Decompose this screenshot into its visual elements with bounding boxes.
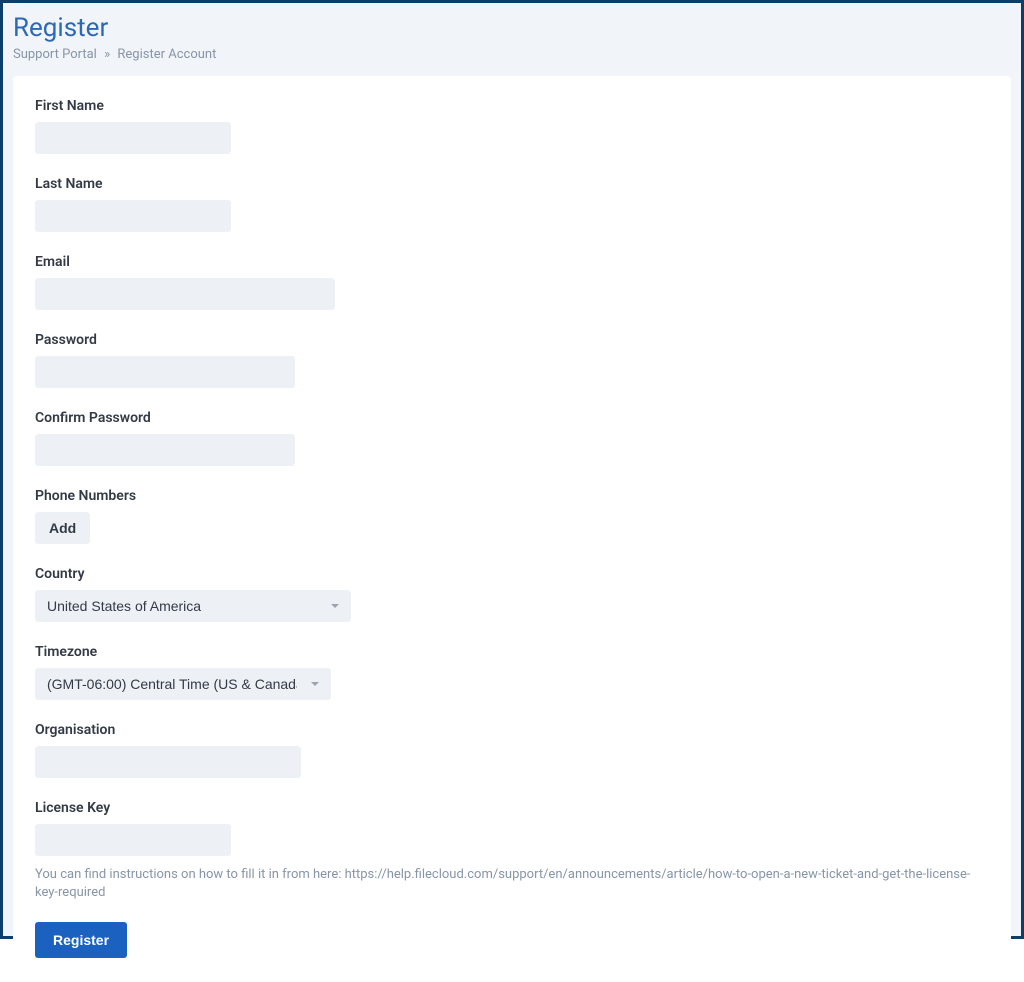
add-phone-button[interactable]: Add xyxy=(35,512,90,544)
confirm-password-group: Confirm Password xyxy=(35,410,989,466)
last-name-group: Last Name xyxy=(35,176,989,232)
register-button[interactable]: Register xyxy=(35,922,127,958)
last-name-label: Last Name xyxy=(35,176,989,192)
email-input[interactable] xyxy=(35,278,335,310)
page-frame: Register Support Portal » Register Accou… xyxy=(0,0,1024,939)
license-key-input[interactable] xyxy=(35,824,231,856)
license-key-label: License Key xyxy=(35,800,989,816)
page-title: Register xyxy=(13,13,1011,43)
country-select[interactable]: United States of America xyxy=(35,590,351,622)
register-form-card: First Name Last Name Email Password Conf… xyxy=(13,76,1011,982)
organisation-input[interactable] xyxy=(35,746,301,778)
breadcrumb-separator: » xyxy=(104,47,110,62)
confirm-password-label: Confirm Password xyxy=(35,410,989,426)
confirm-password-input[interactable] xyxy=(35,434,295,466)
country-label: Country xyxy=(35,566,989,582)
breadcrumb: Support Portal » Register Account xyxy=(13,47,1011,62)
license-key-group: License Key You can find instructions on… xyxy=(35,800,989,902)
first-name-group: First Name xyxy=(35,98,989,154)
breadcrumb-root-link[interactable]: Support Portal xyxy=(13,47,97,62)
password-group: Password xyxy=(35,332,989,388)
password-label: Password xyxy=(35,332,989,348)
first-name-label: First Name xyxy=(35,98,989,114)
timezone-group: Timezone (GMT-06:00) Central Time (US & … xyxy=(35,644,989,700)
timezone-select[interactable]: (GMT-06:00) Central Time (US & Canada) xyxy=(35,668,331,700)
email-label: Email xyxy=(35,254,989,270)
organisation-group: Organisation xyxy=(35,722,989,778)
phone-numbers-group: Phone Numbers Add xyxy=(35,488,989,544)
email-group: Email xyxy=(35,254,989,310)
license-key-helper: You can find instructions on how to fill… xyxy=(35,866,989,902)
organisation-label: Organisation xyxy=(35,722,989,738)
page-header: Register Support Portal » Register Accou… xyxy=(3,3,1021,76)
phone-numbers-label: Phone Numbers xyxy=(35,488,989,504)
password-input[interactable] xyxy=(35,356,295,388)
country-group: Country United States of America xyxy=(35,566,989,622)
first-name-input[interactable] xyxy=(35,122,231,154)
country-select-wrap: United States of America xyxy=(35,590,351,622)
timezone-label: Timezone xyxy=(35,644,989,660)
breadcrumb-current: Register Account xyxy=(117,47,216,62)
last-name-input[interactable] xyxy=(35,200,231,232)
timezone-select-wrap: (GMT-06:00) Central Time (US & Canada) xyxy=(35,668,331,700)
